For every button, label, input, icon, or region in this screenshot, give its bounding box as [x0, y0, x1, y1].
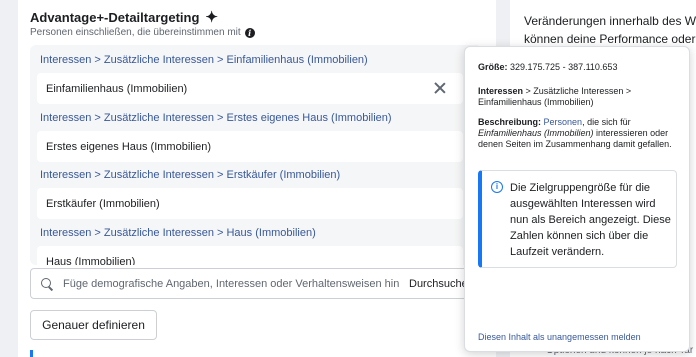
interest-item-selected[interactable]: Einfamilienhaus (Immobilien) [37, 73, 463, 104]
interest-breadcrumb[interactable]: Interessen > Zusätzliche Interessen > Er… [40, 112, 392, 124]
audience-size: Größe: 329.175.725 - 387.110.653 [478, 62, 617, 72]
path-label: Interessen [478, 86, 524, 96]
subtitle-text: Personen einschließen, die übereinstimme… [30, 27, 241, 38]
sparkle-icon: ✦ [205, 9, 218, 26]
desc-label: Beschreibung: [478, 117, 542, 127]
interest-breadcrumb[interactable]: Interessen > Zusätzliche Interessen > Er… [40, 169, 340, 181]
selected-interests-list: Interessen > Zusätzliche Interessen > Ei… [30, 45, 482, 265]
define-further-button[interactable]: Genauer definieren [30, 310, 157, 340]
size-value: 329.175.725 - 387.110.653 [507, 62, 618, 72]
size-label: Größe: [478, 62, 508, 72]
interest-label: Einfamilienhaus (Immobilien) [46, 82, 188, 95]
interest-detail-popover: Größe: 329.175.725 - 387.110.653 Interes… [464, 46, 690, 352]
interest-path: Interessen > Zusätzliche Interessen > Ei… [478, 86, 678, 108]
search-input[interactable] [63, 277, 403, 290]
desc-people-link[interactable]: Personen [544, 117, 583, 127]
audience-note-line: Veränderungen innerhalb des Werbe [524, 14, 696, 28]
interest-breadcrumb[interactable]: Interessen > Zusätzliche Interessen > Ei… [40, 54, 368, 66]
interest-item[interactable]: Erstes eigenes Haus (Immobilien) [37, 131, 463, 162]
interest-label: Haus (Immobilien) [46, 255, 136, 266]
report-content-link[interactable]: Diesen Inhalt als unangemessen melden [478, 332, 641, 342]
search-icon [41, 277, 53, 290]
desc-text: , die sich für [582, 117, 631, 127]
section-title-text: Advantage+-Detailtargeting [30, 9, 200, 25]
interest-label: Erstkäufer (Immobilien) [46, 197, 160, 210]
section-subtitle: Personen einschließen, die übereinstimme… [30, 27, 255, 38]
next-section-indicator [30, 350, 33, 357]
close-icon[interactable] [433, 81, 447, 95]
interest-item[interactable]: Erstkäufer (Immobilien) [37, 188, 463, 219]
range-notice: i Die Zielgruppengröße für die ausgewähl… [478, 170, 677, 268]
interest-label: Erstes eigenes Haus (Immobilien) [46, 140, 212, 153]
notice-text: Die Zielgruppengröße für die ausgewählte… [510, 182, 671, 258]
interest-breadcrumb[interactable]: Interessen > Zusätzliche Interessen > Ha… [40, 227, 316, 239]
interest-description: Beschreibung: Personen, die sich für Ein… [478, 117, 683, 150]
info-icon: i [491, 181, 503, 193]
info-icon[interactable]: i [244, 27, 255, 38]
section-title: Advantage+-Detailtargeting ✦ [30, 8, 218, 26]
desc-interest: Einfamilienhaus (Immobilien) [478, 128, 594, 138]
audience-note: Veränderungen innerhalb des Werbe können… [524, 12, 696, 48]
detailed-targeting-panel: Advantage+-Detailtargeting ✦ Personen ei… [18, 0, 496, 357]
interest-item[interactable]: Haus (Immobilien) [37, 246, 463, 265]
interest-search-box[interactable]: Durchsuchen [30, 268, 482, 299]
